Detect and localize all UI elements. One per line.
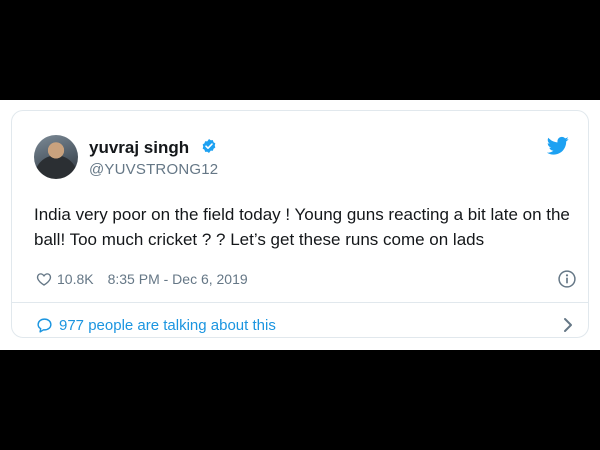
chevron-right-icon[interactable] (561, 316, 575, 334)
like-count[interactable]: 10.8K (57, 271, 94, 287)
tweet-card[interactable]: yuvraj singh @YUVSTRONG12 India very poo… (11, 110, 589, 338)
user-name[interactable]: yuvraj singh (89, 138, 189, 158)
info-icon[interactable] (557, 269, 577, 289)
user-handle[interactable]: @YUVSTRONG12 (89, 161, 218, 178)
talking-link[interactable]: 977 people are talking about this (36, 315, 276, 335)
tweet-text: India very poor on the field today ! You… (34, 205, 570, 249)
speech-bubble-icon (37, 317, 52, 333)
heart-icon[interactable] (36, 271, 52, 287)
timestamp[interactable]: 8:35 PM - Dec 6, 2019 (108, 271, 248, 287)
verified-badge-icon (202, 139, 216, 153)
avatar[interactable] (34, 135, 78, 179)
divider (12, 302, 588, 303)
twitter-bird-icon[interactable] (547, 136, 569, 156)
embedded-tweet-area: yuvraj singh @YUVSTRONG12 India very poo… (0, 100, 600, 350)
tweet-meta: 10.8K 8:35 PM - Dec 6, 2019 (36, 270, 248, 288)
talking-label: 977 people are talking about this (59, 316, 276, 334)
letterbox-top (0, 0, 600, 100)
letterbox-bottom (0, 350, 600, 450)
